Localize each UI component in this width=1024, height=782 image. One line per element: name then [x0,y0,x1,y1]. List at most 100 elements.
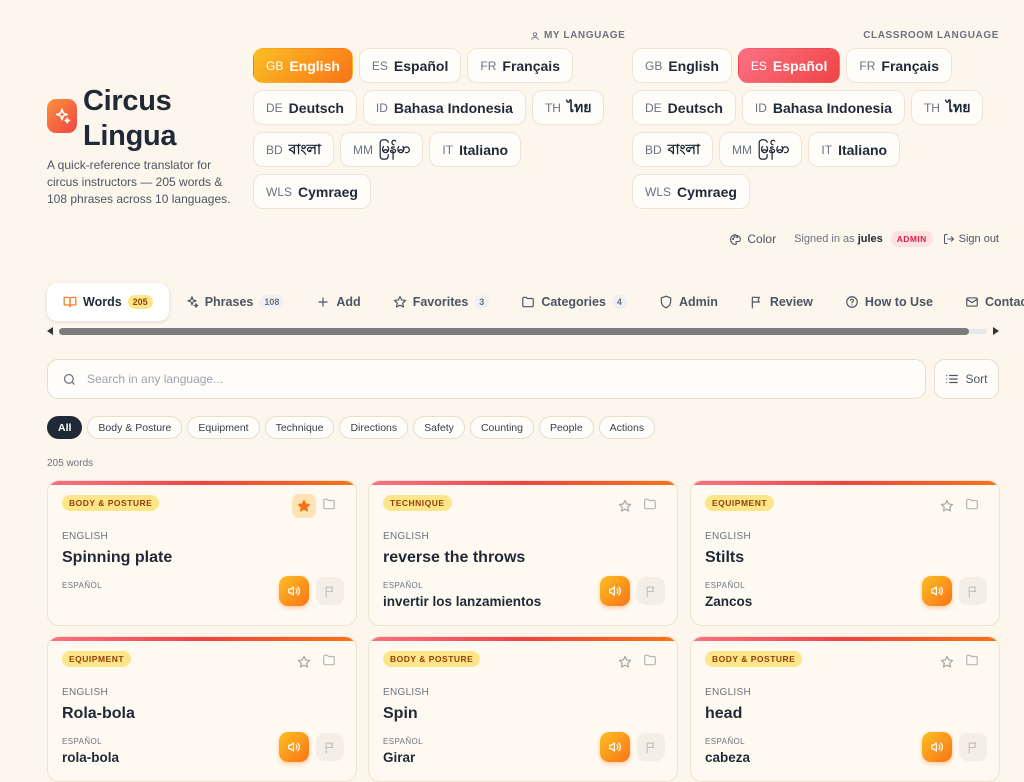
flag-icon [968,742,976,753]
add-to-category-button[interactable] [643,653,657,672]
scroll-thumb[interactable] [59,328,969,335]
add-to-category-button[interactable] [322,497,336,516]
report-button[interactable] [637,577,665,605]
favorite-button[interactable] [613,650,637,674]
my-lang-gb[interactable]: GB English [253,48,353,83]
tab-add[interactable]: Add [300,283,376,321]
my-lang-fr[interactable]: FR Français [467,48,573,83]
lang-code: TH [923,100,940,115]
lang-code: BD [266,142,283,157]
word-card[interactable]: BODY & POSTURE ENGLISH head ESPAÑOL cabe… [690,636,1000,782]
word-card[interactable]: EQUIPMENT ENGLISH Rola-bola ESPAÑOL rola… [47,636,357,782]
tab-review[interactable]: Review [734,283,829,321]
classroom-lang-th[interactable]: TH ไทย [910,90,984,125]
filter-chip[interactable]: Actions [598,416,656,439]
speak-button[interactable] [600,576,630,606]
source-language-label: ENGLISH [383,531,430,542]
filter-chip[interactable]: People [538,416,594,439]
speak-button[interactable] [279,576,309,606]
filter-chip[interactable]: Equipment [187,416,260,439]
classroom-lang-de[interactable]: DE Deutsch [632,90,736,125]
favorite-button[interactable] [613,494,637,518]
favorite-button[interactable] [292,494,316,518]
add-to-category-button[interactable] [965,653,979,672]
category-tag: BODY & POSTURE [705,651,803,667]
tab-how-to-use[interactable]: How to Use [829,283,949,321]
filter-chip[interactable]: Body & Posture [87,416,183,439]
target-language-label: ESPAÑOL [705,737,745,746]
word-card[interactable]: BODY & POSTURE ENGLISH Spin ESPAÑOL Gira… [368,636,678,782]
favorite-button[interactable] [935,650,959,674]
tab-phrases[interactable]: Phrases 108 [169,283,301,321]
translation: invertir los lanzamientos [383,594,542,609]
folder-icon [644,654,656,666]
my-lang-wls[interactable]: WLS Cymraeg [253,174,371,209]
my-lang-it[interactable]: IT Italiano [429,132,522,167]
signed-in-text: Signed in as jules [794,233,883,245]
speaker-icon [288,586,300,596]
lang-code: GB [266,58,284,73]
add-to-category-button[interactable] [965,497,979,516]
tab-favorites[interactable]: Favorites 3 [377,283,506,321]
tabs-scrollbar[interactable] [47,326,999,336]
my-lang-bd[interactable]: BD বাংলা [253,132,335,167]
filter-chip[interactable]: Counting [469,416,534,439]
scroll-left-icon[interactable] [47,327,55,335]
mail-icon [966,297,978,307]
filter-chip[interactable]: Technique [264,416,335,439]
my-language-header: MY LANGUAGE [530,30,625,41]
my-lang-th[interactable]: TH ไทย [531,90,605,125]
speak-button[interactable] [922,576,952,606]
classroom-lang-es[interactable]: ES Español [737,48,841,83]
add-to-category-button[interactable] [322,653,336,672]
logout-icon [943,234,954,244]
favorite-button[interactable] [292,650,316,674]
tab-count: 4 [611,295,627,309]
filter-chip[interactable]: Directions [339,416,409,439]
classroom-lang-wls[interactable]: WLS Cymraeg [632,174,750,209]
word-card[interactable]: TECHNIQUE ENGLISH reverse the throws ESP… [368,480,678,626]
classroom-lang-bd[interactable]: BD বাংলা [632,132,714,167]
target-language-label: ESPAÑOL [383,737,423,746]
my-lang-es[interactable]: ES Español [358,48,462,83]
classroom-lang-id[interactable]: ID Bahasa Indonesia [741,90,905,125]
classroom-lang-gb[interactable]: GB English [632,48,732,83]
speak-button[interactable] [279,732,309,762]
favorite-button[interactable] [935,494,959,518]
lang-name: Deutsch [288,99,344,116]
filter-chip[interactable]: Safety [413,416,465,439]
speaker-icon [609,586,621,596]
sort-button[interactable]: Sort [934,359,999,399]
sparkles-icon [187,296,199,308]
lang-code: MM [353,142,374,157]
speak-button[interactable] [600,732,630,762]
my-lang-de[interactable]: DE Deutsch [253,90,357,125]
word-card[interactable]: BODY & POSTURE ENGLISH Spinning plate ES… [47,480,357,626]
classroom-lang-it[interactable]: IT Italiano [808,132,901,167]
scroll-right-icon[interactable] [991,327,999,335]
speak-button[interactable] [922,732,952,762]
report-button[interactable] [316,577,344,605]
tab-label: Add [336,295,361,309]
lang-name: বাংলা [667,140,701,157]
my-lang-id[interactable]: ID Bahasa Indonesia [362,90,526,125]
report-button[interactable] [959,577,987,605]
word-card[interactable]: EQUIPMENT ENGLISH Stilts ESPAÑOL Zancos [690,480,1000,626]
tab-words[interactable]: Words 205 [47,283,169,321]
my-lang-mm[interactable]: MM မြန်မာ [340,132,424,167]
report-button[interactable] [959,733,987,761]
report-button[interactable] [637,733,665,761]
classroom-lang-fr[interactable]: FR Français [846,48,952,83]
sign-out-button[interactable]: Sign out [943,233,999,245]
search-input[interactable] [87,372,867,386]
filter-chip[interactable]: All [47,416,83,439]
classroom-lang-mm[interactable]: MM မြန်မာ [719,132,803,167]
tab-contact[interactable]: Contact [949,283,1024,321]
tab-categories[interactable]: Categories 4 [505,283,643,321]
add-to-category-button[interactable] [643,497,657,516]
source-word: Rola-bola [62,705,135,722]
tab-count: 3 [474,295,490,309]
tab-admin[interactable]: Admin [643,283,734,321]
report-button[interactable] [316,733,344,761]
color-button[interactable]: Color [729,232,776,246]
